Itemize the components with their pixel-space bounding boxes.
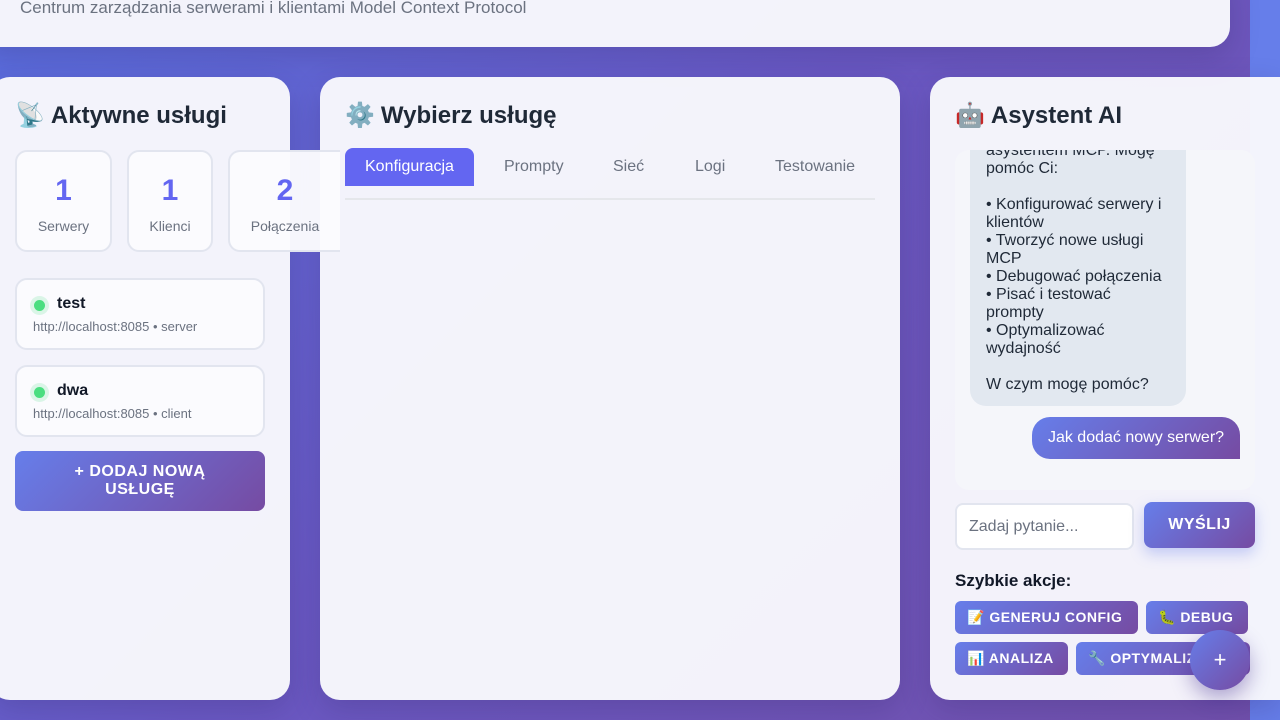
chat-input[interactable] — [955, 503, 1134, 550]
service-detail-title: ⚙️ Wybierz usługę — [345, 101, 556, 130]
status-dot-online — [34, 300, 45, 311]
tab-prompts[interactable]: Prompty — [504, 148, 564, 186]
add-service-button[interactable]: + DODAJ NOWĄ USŁUGĘ — [15, 451, 265, 511]
quick-debug-button[interactable]: 🐛 DEBUG — [1146, 601, 1248, 634]
stat-value: 2 — [276, 174, 294, 207]
service-item-test[interactable]: test http://localhost:8085 • server — [15, 278, 265, 350]
services-title-text: Aktywne usługi — [50, 102, 227, 129]
service-item-dwa[interactable]: dwa http://localhost:8085 • client — [15, 365, 265, 437]
stat-servers: 1 Serwery — [15, 150, 112, 252]
service-meta: http://localhost:8085 • client — [33, 406, 192, 421]
assistant-title: 🤖 Asystent AI — [955, 101, 1122, 130]
stat-label: Klienci — [149, 218, 191, 234]
service-detail-title-text: Wybierz usługę — [380, 102, 557, 129]
tab-testing[interactable]: Testowanie — [775, 148, 855, 186]
tab-configuration[interactable]: Konfiguracja — [345, 148, 474, 186]
satellite-antenna-icon: 📡 — [15, 102, 45, 129]
quick-analysis-button[interactable]: 📊 ANALIZA — [955, 642, 1068, 675]
tab-logs[interactable]: Logi — [695, 148, 725, 186]
stat-value: 1 — [161, 174, 179, 207]
tab-bar: Konfiguracja Prompty Sieć Logi Testowani… — [345, 148, 875, 200]
services-panel-title: 📡 Aktywne usługi — [15, 101, 227, 130]
stat-label: Serwery — [37, 218, 90, 234]
stat-value: 1 — [55, 174, 72, 207]
header-card: Centrum zarządzania serwerami i klientam… — [0, 0, 1230, 47]
gear-icon: ⚙️ — [345, 102, 375, 129]
floating-add-button[interactable]: + — [1190, 630, 1250, 690]
quick-generate-config-button[interactable]: 📝 GENERUJ CONFIG — [955, 601, 1138, 634]
send-button[interactable]: WYŚLIJ — [1144, 502, 1255, 548]
user-message: Jak dodać nowy serwer? — [1032, 417, 1240, 459]
tab-network[interactable]: Sieć — [613, 148, 644, 186]
bot-message: asystentem MCP. Mogę pomóc Ci: • Konfigu… — [970, 150, 1186, 406]
service-name: dwa — [57, 382, 89, 399]
robot-icon: 🤖 — [955, 102, 985, 129]
stat-label: Połączenia — [250, 218, 320, 234]
page-subtitle: Centrum zarządzania serwerami i klientam… — [20, 0, 527, 17]
status-dot-online — [34, 387, 45, 398]
stat-connections: 2 Połączenia — [228, 150, 340, 252]
service-name: test — [57, 295, 86, 312]
quick-actions-title: Szybkie akcje: — [955, 571, 1072, 590]
stat-clients: 1 Klienci — [127, 150, 213, 252]
service-meta: http://localhost:8085 • server — [33, 319, 198, 334]
assistant-title-text: Asystent AI — [990, 102, 1123, 129]
